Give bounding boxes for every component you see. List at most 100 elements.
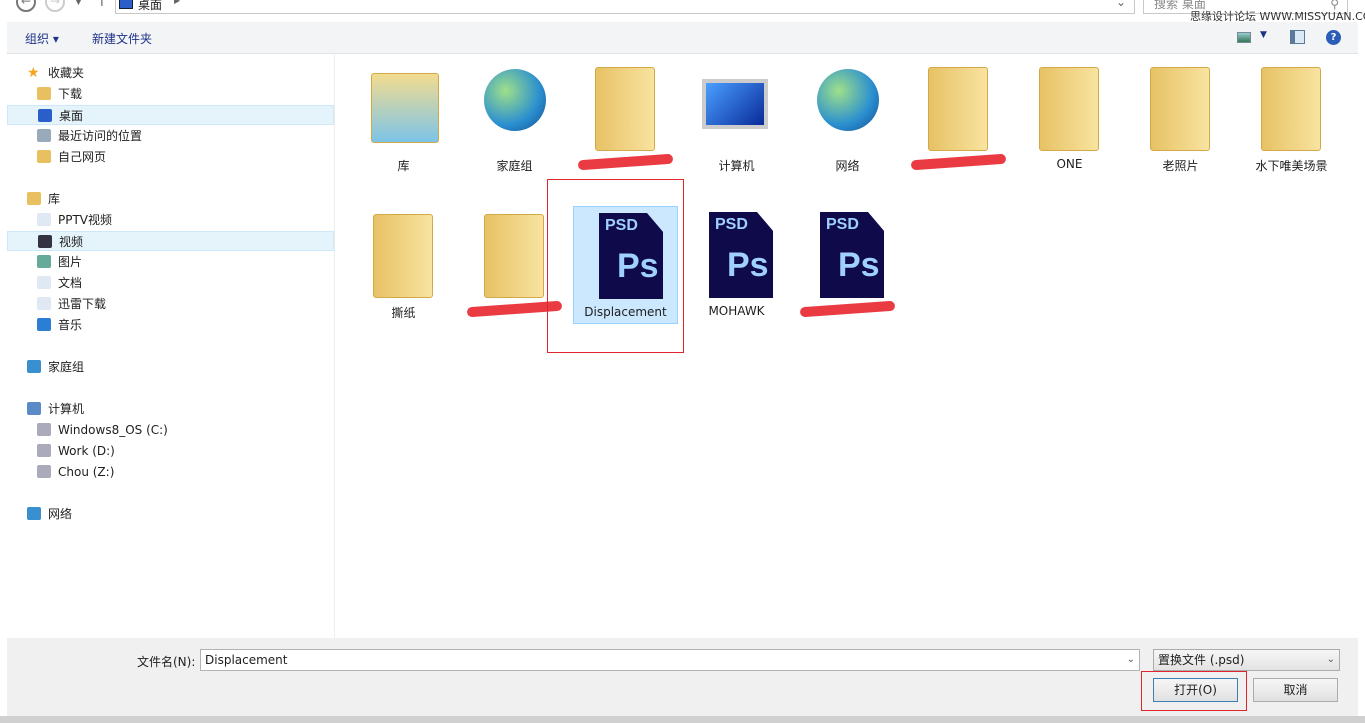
file-item[interactable]: ONE	[1017, 59, 1122, 177]
download-folder-icon	[37, 87, 51, 100]
sidebar-item-label: PPTV视频	[58, 213, 113, 227]
psd-tag: PSD	[826, 216, 859, 233]
sidebar-item-label: Chou (Z:)	[58, 465, 115, 479]
help-icon[interactable]: ?	[1326, 30, 1341, 45]
file-name: 计算机	[718, 159, 755, 173]
psd-file-icon: PSD Ps	[820, 212, 884, 298]
file-name: 家庭组	[496, 159, 533, 173]
sidebar-item[interactable]: 计算机	[7, 399, 334, 419]
navigation-bar: ← → ▼ ↑ 桌面 ▶ ⌄ ↻ 搜索 桌面⚲	[0, 0, 1365, 20]
filename-label: 文件名(N):	[137, 655, 196, 669]
filename-value: Displacement	[205, 653, 288, 667]
view-icon[interactable]	[1237, 32, 1251, 43]
sidebar-item[interactable]: Windows8_OS (C:)	[7, 420, 334, 440]
document-icon	[37, 297, 51, 310]
sidebar-item[interactable]: 图片	[7, 252, 334, 272]
drive-icon	[37, 444, 51, 457]
sidebar-item[interactable]: 迅雷下载	[7, 294, 334, 314]
computer-icon	[27, 402, 41, 415]
breadcrumb-arrow-icon[interactable]: ▶	[174, 0, 180, 5]
network-icon	[817, 69, 879, 131]
sidebar-item[interactable]: Work (D:)	[7, 441, 334, 461]
sidebar-item[interactable]: 桌面	[7, 105, 334, 125]
file-item[interactable]: 计算机	[684, 59, 789, 177]
file-item[interactable]: 家庭组	[462, 59, 567, 177]
sidebar-item[interactable]: ★ 收藏夹	[7, 63, 334, 83]
back-button[interactable]: ←	[16, 0, 36, 12]
sidebar-item[interactable]: PPTV视频	[7, 210, 334, 230]
view-dropdown-icon[interactable]: ▼	[1260, 30, 1267, 40]
preview-pane-icon[interactable]	[1290, 30, 1305, 44]
file-item[interactable]: 撕纸	[351, 206, 456, 324]
library-icon	[27, 192, 41, 205]
ps-logo: Ps	[838, 246, 880, 284]
ps-logo: Ps	[727, 246, 769, 284]
file-item[interactable]: 老照片	[1128, 59, 1233, 177]
file-item[interactable]	[906, 59, 1011, 177]
sidebar-item-label: 家庭组	[48, 360, 85, 374]
sidebar-item-label: Work (D:)	[58, 444, 115, 458]
sidebar-item[interactable]: 最近访问的位置	[7, 126, 334, 146]
file-item[interactable]: 水下唯美场景	[1239, 59, 1344, 177]
sidebar-item[interactable]: 音乐	[7, 315, 334, 335]
sidebar-item[interactable]: 视频	[7, 231, 334, 251]
chevron-down-icon[interactable]: ⌄	[1127, 650, 1135, 670]
library-icon	[371, 73, 439, 143]
file-name: 水下唯美场景	[1255, 159, 1328, 173]
redaction-scribble	[577, 153, 674, 171]
file-item[interactable]: PSD Ps	[795, 206, 900, 324]
sidebar-item-label: 桌面	[59, 109, 84, 123]
sidebar-item[interactable]: 库	[7, 189, 334, 209]
address-bar[interactable]: 桌面 ▶ ⌄ ↻	[115, 0, 1156, 14]
drive-icon	[37, 465, 51, 478]
address-text: 桌面	[138, 0, 163, 12]
sidebar-item[interactable]: Chou (Z:)	[7, 462, 334, 482]
computer-icon	[702, 79, 768, 129]
filetype-select[interactable]: 置换文件 (.psd) ⌄	[1153, 649, 1340, 671]
sidebar-item-label: 计算机	[48, 402, 85, 416]
star-icon: ★	[27, 65, 40, 81]
music-icon	[37, 318, 51, 331]
forward-button[interactable]: →	[45, 0, 65, 12]
picture-icon	[37, 255, 51, 268]
filename-input[interactable]: Displacement ⌄	[200, 649, 1140, 671]
sidebar-item[interactable]: 家庭组	[7, 357, 334, 377]
folder-icon	[373, 214, 433, 298]
sidebar-item-label: 文档	[58, 276, 83, 290]
desktop-icon	[38, 109, 52, 122]
file-item[interactable]: 网络	[795, 59, 900, 177]
video-icon	[38, 235, 52, 248]
up-arrow-icon[interactable]: ↑	[96, 0, 108, 10]
sidebar-item-label: 最近访问的位置	[58, 129, 143, 143]
desktop-icon	[119, 0, 133, 9]
address-dropdown-icon[interactable]: ⌄	[1116, 0, 1126, 9]
highlight-annotation	[547, 179, 684, 353]
sidebar-item[interactable]: 网络	[7, 504, 334, 524]
recent-icon	[37, 129, 51, 142]
sidebar-item-label: 收藏夹	[48, 66, 85, 80]
user-folder-icon	[595, 67, 655, 151]
sidebar-item-label: Windows8_OS (C:)	[58, 423, 168, 437]
chevron-down-icon: ⌄	[1326, 654, 1335, 665]
file-item[interactable]	[573, 59, 678, 177]
redaction-scribble	[799, 300, 896, 318]
new-folder-button[interactable]: 新建文件夹	[92, 30, 152, 47]
folder-icon	[37, 150, 51, 163]
psd-tag: PSD	[715, 216, 748, 233]
folder-icon	[484, 214, 544, 298]
sidebar-item-label: 迅雷下载	[58, 297, 107, 311]
sidebar-item-label: 下载	[58, 87, 83, 101]
sidebar-item-label: 音乐	[58, 318, 83, 332]
recent-dropdown-icon[interactable]: ▼	[75, 0, 82, 7]
sidebar-item[interactable]: 下载	[7, 84, 334, 104]
file-item[interactable]: PSD Ps MOHAWK	[684, 206, 789, 324]
organize-button[interactable]: 组织 ▾	[25, 30, 59, 47]
sidebar-item[interactable]: 自己网页	[7, 147, 334, 167]
toolbar: 组织 ▾ 新建文件夹 ▼ ?	[7, 22, 1358, 54]
folder-icon	[928, 67, 988, 151]
cancel-button[interactable]: 取消	[1253, 678, 1338, 702]
sidebar-item[interactable]: 文档	[7, 273, 334, 293]
sidebar-item-label: 网络	[48, 507, 73, 521]
file-item[interactable]: 库	[351, 59, 456, 177]
psd-file-icon: PSD Ps	[709, 212, 773, 298]
